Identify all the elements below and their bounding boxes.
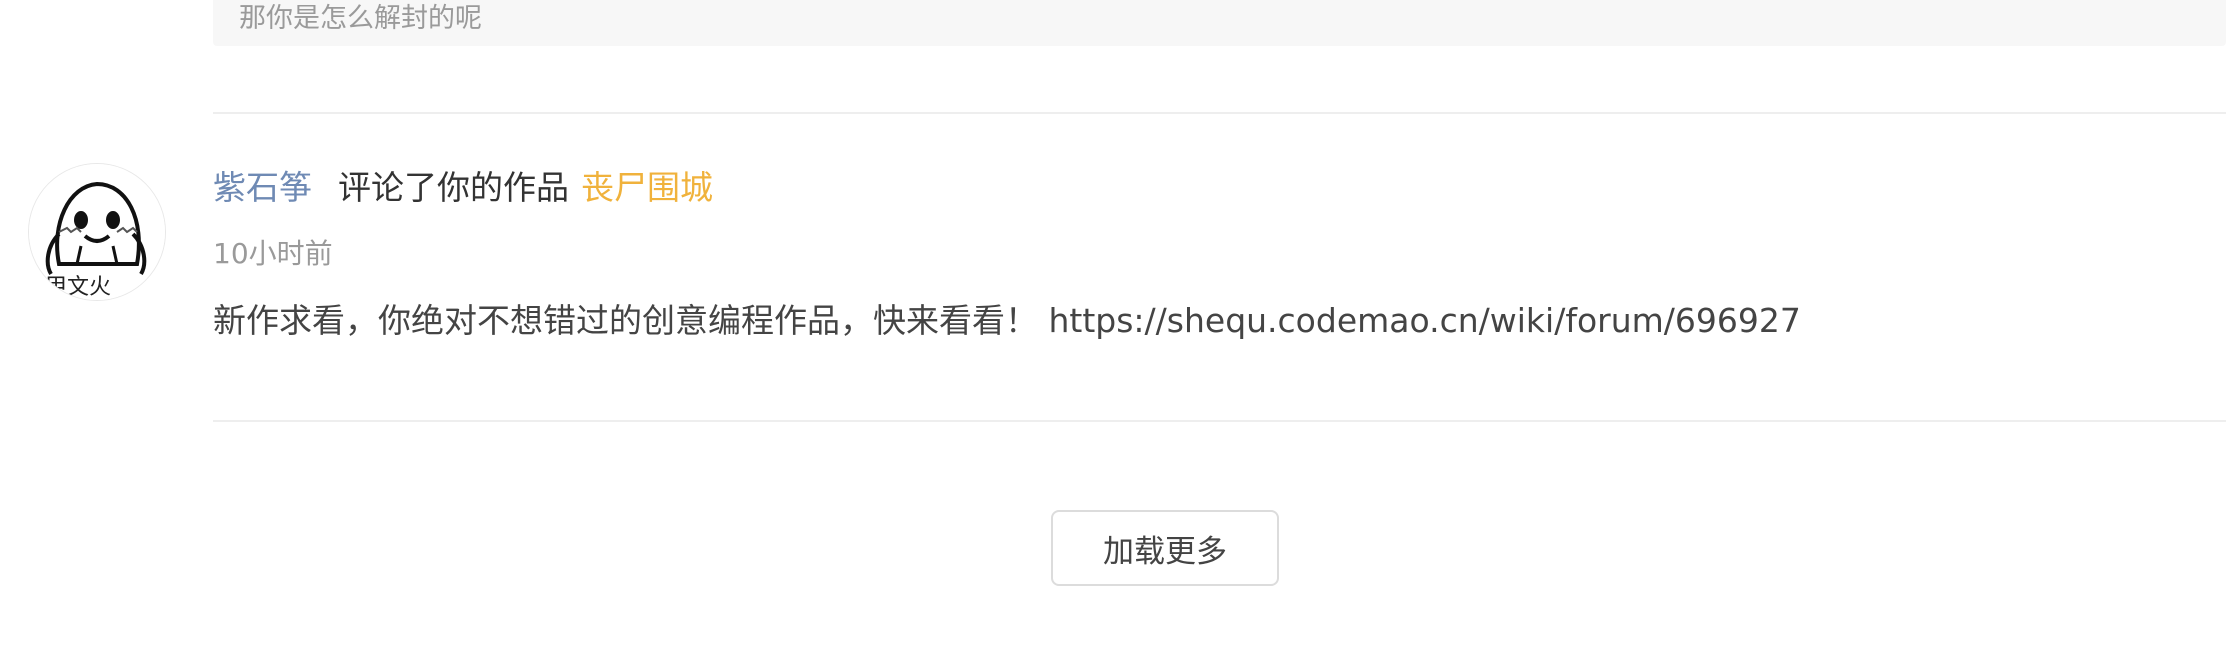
load-more-button[interactable]: 加载更多 <box>1051 510 1279 586</box>
username-link[interactable]: 紫石筝 <box>213 168 312 207</box>
avatar[interactable]: 甲文火 <box>28 163 166 301</box>
avatar-caption: 甲文火 <box>45 275 112 300</box>
reply-quote-text: 那你是怎么解封的呢 <box>239 3 482 34</box>
notifications-page: 那你是怎么解封的呢 甲文火 紫石筝 评论了你的作品 丧尸围城 10小时前 新作求… <box>0 0 2226 666</box>
divider <box>213 420 2226 422</box>
comment-text: 新作求看，你绝对不想错过的创意编程作品，快来看看！ https://shequ.… <box>213 301 1801 340</box>
reply-quote-box: 那你是怎么解封的呢 <box>213 0 2226 46</box>
notification-header: 紫石筝 评论了你的作品 丧尸围城 <box>213 164 713 212</box>
notification-action: 评论了你的作品 <box>338 168 569 207</box>
timestamp: 10小时前 <box>213 237 333 270</box>
work-title-link[interactable]: 丧尸围城 <box>581 168 713 207</box>
divider <box>213 112 2226 114</box>
